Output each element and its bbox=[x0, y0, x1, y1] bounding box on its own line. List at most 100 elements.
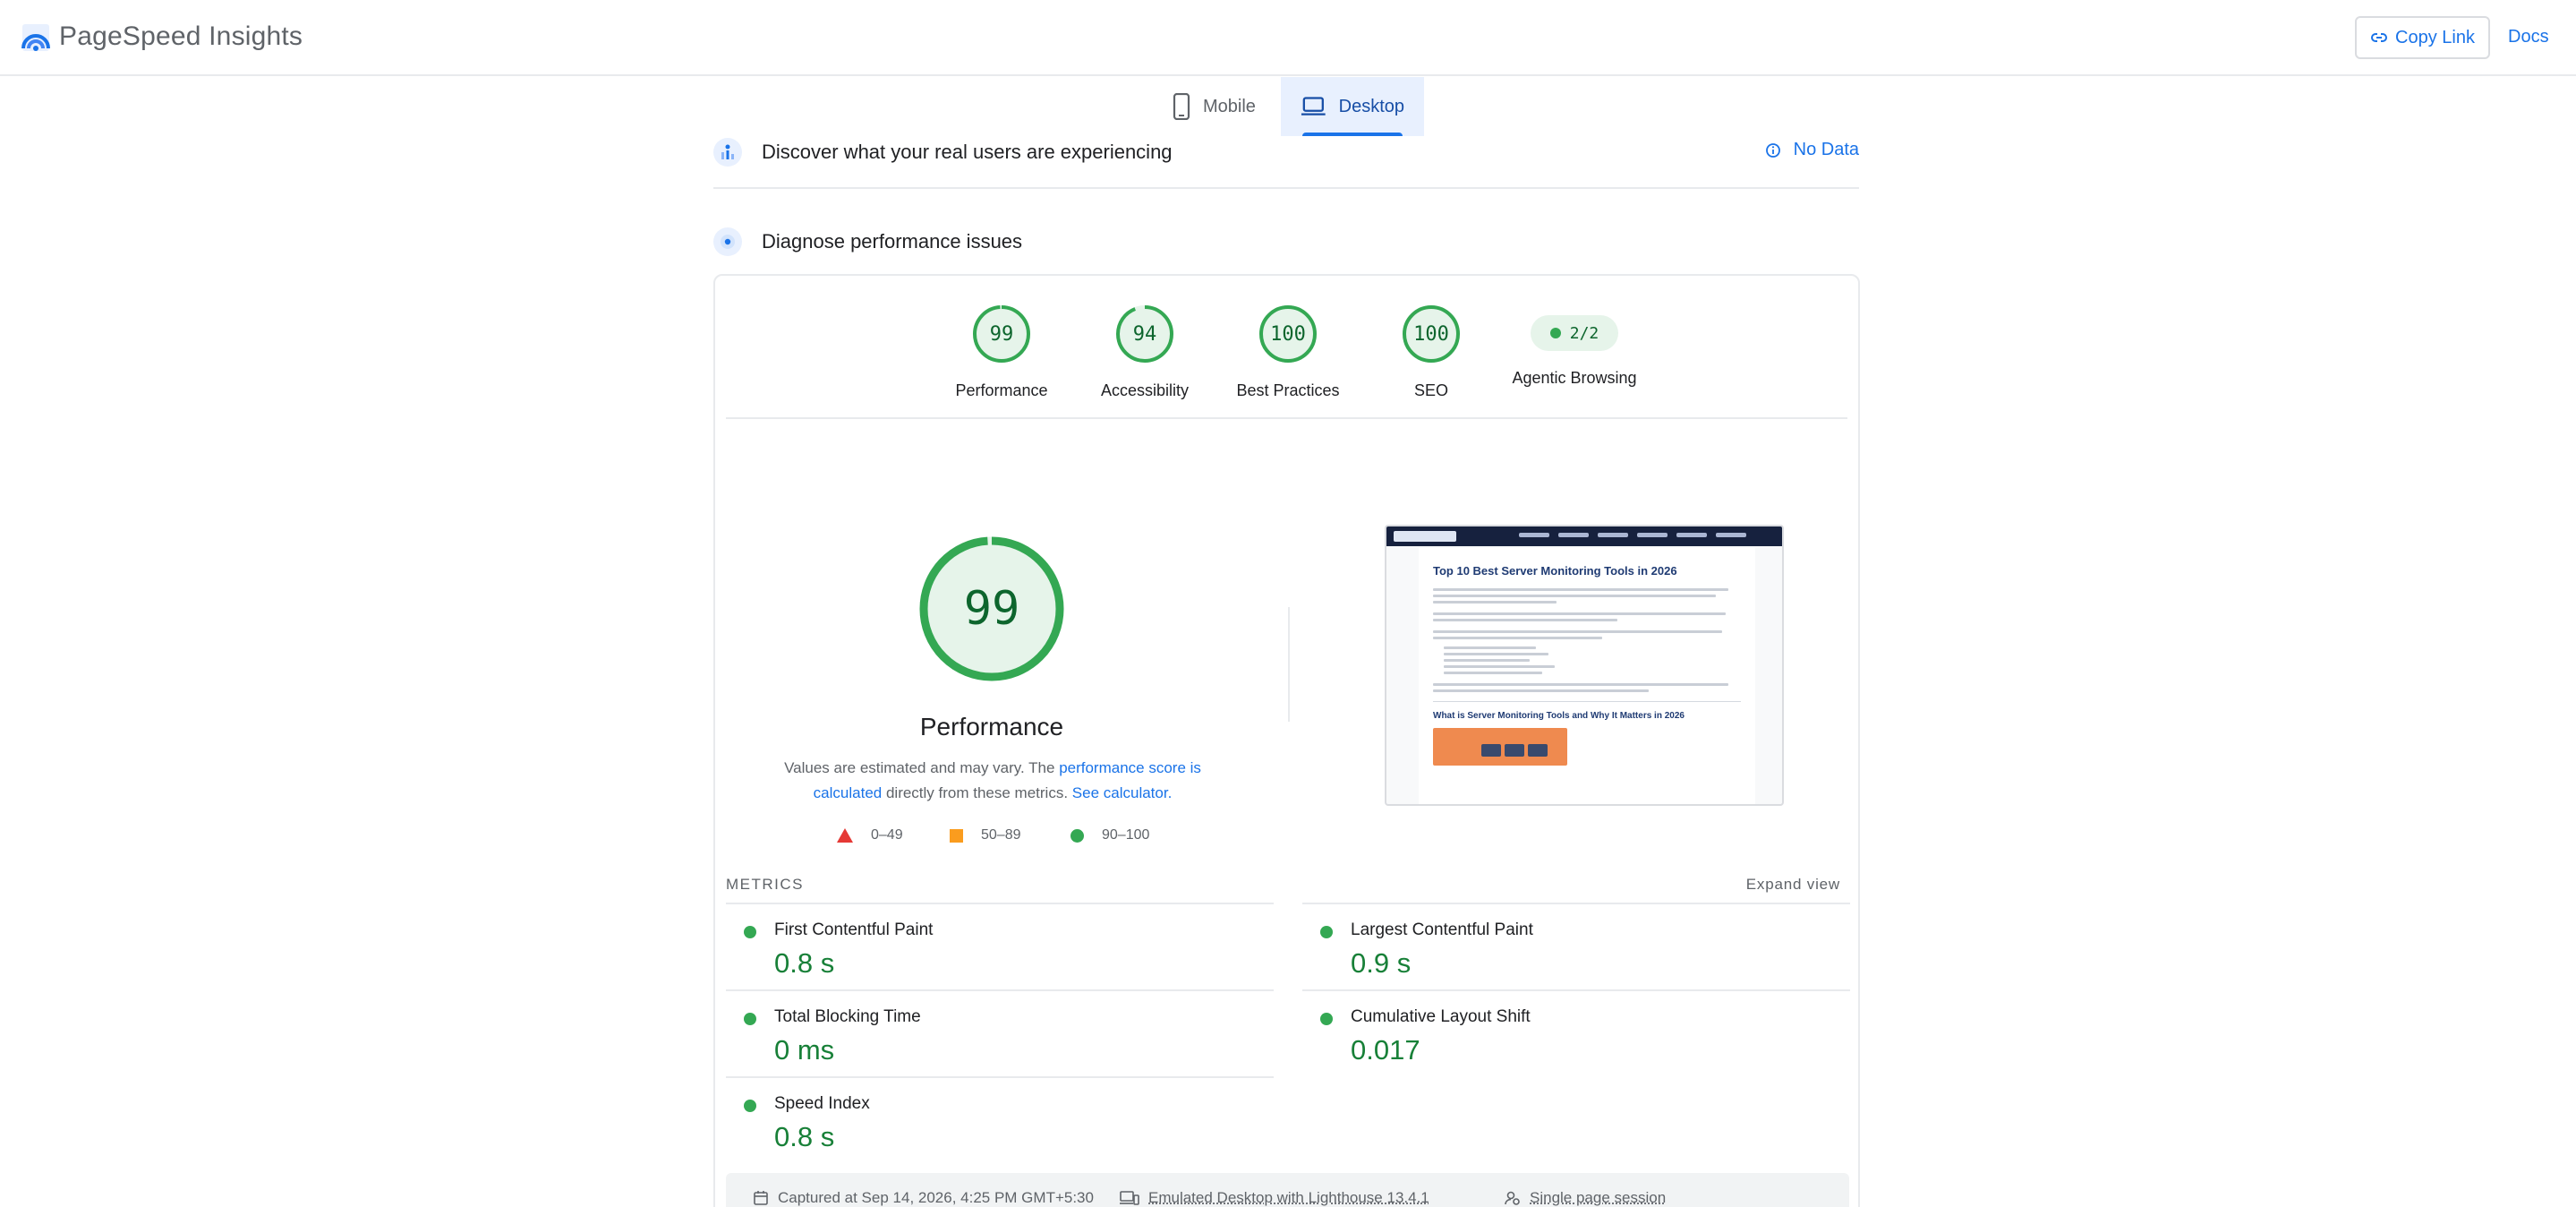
metric-value: 0.8 s bbox=[774, 1121, 835, 1152]
calendar-icon bbox=[754, 1191, 768, 1205]
score-ring: 100 bbox=[1258, 304, 1318, 364]
score-value: 99 bbox=[989, 322, 1014, 346]
see-calculator-link[interactable]: See calculator. bbox=[1072, 784, 1173, 801]
copy-link-label: Copy Link bbox=[2395, 27, 2475, 47]
legend-fail: 0–49 bbox=[837, 827, 903, 843]
score-gauge-best-practices[interactable]: 100 Best Practices bbox=[1216, 304, 1360, 400]
score-label: Best Practices bbox=[1236, 381, 1340, 399]
top-bar: PageSpeed Insights Copy Link Docs bbox=[0, 0, 2576, 76]
no-data-link[interactable]: No Data bbox=[1765, 140, 1859, 160]
score-ring: 100 bbox=[1402, 304, 1461, 364]
screenshot-hero-image bbox=[1433, 728, 1567, 766]
lab-data-title: Diagnose performance issues bbox=[762, 230, 1023, 253]
report-card: 99 Performance 94 Accessibility 100 Best… bbox=[713, 274, 1860, 1207]
average-square-icon bbox=[950, 828, 963, 843]
score-ring: 99 bbox=[972, 304, 1031, 364]
link-icon bbox=[2371, 33, 2388, 42]
score-label: SEO bbox=[1413, 381, 1448, 399]
metric-name: Speed Index bbox=[774, 1094, 870, 1113]
scores-divider bbox=[726, 417, 1847, 419]
screenshot-navbar bbox=[1386, 526, 1782, 546]
pass-dot-icon bbox=[1320, 926, 1333, 938]
copy-link-button[interactable]: Copy Link bbox=[2355, 16, 2490, 59]
metric-name: Total Blocking Time bbox=[774, 1007, 921, 1026]
diagnose-icon bbox=[713, 227, 742, 256]
pass-dot-icon bbox=[744, 926, 756, 938]
section-divider bbox=[713, 187, 1859, 189]
pass-dot-icon bbox=[1549, 328, 1561, 338]
session-text: Single page session bbox=[1530, 1189, 1667, 1206]
score-label: Agentic Browsing bbox=[1512, 369, 1637, 387]
legend-fail-label: 0–49 bbox=[871, 827, 903, 843]
score-label: Performance bbox=[955, 381, 1048, 399]
score-value: 94 bbox=[1132, 322, 1157, 346]
pass-dot-icon bbox=[1320, 1013, 1333, 1025]
score-value: 100 bbox=[1270, 322, 1306, 346]
screenshot-heading: Top 10 Best Server Monitoring Tools in 2… bbox=[1433, 564, 1677, 578]
session-icon bbox=[1505, 1191, 1520, 1205]
session-info[interactable]: Single page session bbox=[1505, 1189, 1666, 1207]
performance-title: Performance bbox=[919, 713, 1064, 740]
score-gauge-agentic-browsing[interactable]: 2/2 Agentic Browsing bbox=[1503, 304, 1646, 388]
score-gauge-seo[interactable]: 100 SEO bbox=[1360, 304, 1503, 400]
users-chart-icon bbox=[713, 138, 742, 167]
metric-value: 0.9 s bbox=[1351, 947, 1412, 979]
fail-triangle-icon bbox=[837, 828, 853, 843]
vertical-separator bbox=[1288, 607, 1290, 722]
agentic-browsing-value: 2/2 bbox=[1569, 323, 1599, 343]
metric-name: Largest Contentful Paint bbox=[1351, 920, 1533, 939]
app-title: PageSpeed Insights bbox=[59, 21, 303, 51]
expand-view-button[interactable]: Expand view bbox=[1746, 876, 1840, 894]
emulation-info[interactable]: Emulated Desktop with Lighthouse 13.4.1 bbox=[1120, 1189, 1429, 1207]
note-text: directly from these metrics. bbox=[882, 784, 1072, 801]
metric-largest-contentful-paint: Largest Contentful Paint 0.9 s bbox=[1302, 903, 1850, 989]
tab-mobile[interactable]: Mobile bbox=[1153, 77, 1280, 136]
final-screenshot[interactable]: Top 10 Best Server Monitoring Tools in 2… bbox=[1385, 525, 1784, 806]
legend-pass-label: 90–100 bbox=[1102, 827, 1150, 843]
pass-dot-icon bbox=[744, 1100, 756, 1112]
performance-note: Values are estimated and may vary. The p… bbox=[769, 756, 1216, 806]
score-gauge-accessibility[interactable]: 94 Accessibility bbox=[1073, 304, 1216, 400]
docs-link[interactable]: Docs bbox=[2508, 27, 2549, 47]
metric-name: Cumulative Layout Shift bbox=[1351, 1007, 1531, 1026]
metric-value: 0.8 s bbox=[774, 947, 835, 979]
field-data-title: Discover what your real users are experi… bbox=[762, 141, 1173, 163]
info-icon bbox=[1765, 142, 1780, 158]
tab-desktop-label: Desktop bbox=[1338, 96, 1404, 116]
mobile-phone-icon bbox=[1173, 93, 1190, 120]
field-data-section: Discover what your real users are experi… bbox=[713, 134, 1859, 170]
captured-at-text: Captured at Sep 14, 2026, 4:25 PM GMT+5:… bbox=[778, 1189, 1094, 1206]
metrics-header: METRICS bbox=[726, 876, 804, 893]
legend-average-label: 50–89 bbox=[981, 827, 1021, 843]
lab-data-section: Diagnose performance issues bbox=[713, 226, 1859, 258]
screenshot-subheading: What is Server Monitoring Tools and Why … bbox=[1433, 701, 1741, 721]
metric-total-blocking-time: Total Blocking Time 0 ms bbox=[726, 989, 1274, 1076]
pass-dot-icon bbox=[744, 1013, 756, 1025]
performance-gauge: 99 bbox=[918, 535, 1065, 682]
no-data-label: No Data bbox=[1793, 140, 1859, 159]
tab-mobile-label: Mobile bbox=[1203, 96, 1256, 116]
score-gauge-performance[interactable]: 99 Performance bbox=[930, 304, 1073, 400]
legend-average: 50–89 bbox=[950, 827, 1021, 843]
pagespeed-logo-icon bbox=[21, 24, 50, 51]
performance-score: 99 bbox=[963, 582, 1020, 636]
screenshot-nav-items bbox=[1519, 533, 1746, 537]
tab-desktop[interactable]: Desktop bbox=[1281, 77, 1424, 136]
runtime-settings-bar: Captured at Sep 14, 2026, 4:25 PM GMT+5:… bbox=[726, 1173, 1849, 1207]
metric-first-contentful-paint: First Contentful Paint 0.8 s bbox=[726, 903, 1274, 989]
screenshot-page: Top 10 Best Server Monitoring Tools in 2… bbox=[1419, 548, 1755, 804]
pass-circle-icon bbox=[1070, 828, 1084, 843]
devices-icon bbox=[1120, 1191, 1139, 1205]
metric-value: 0 ms bbox=[774, 1034, 835, 1066]
laptop-icon bbox=[1301, 97, 1326, 116]
legend-pass: 90–100 bbox=[1070, 827, 1149, 843]
score-ring: 94 bbox=[1115, 304, 1174, 364]
score-value: 100 bbox=[1413, 322, 1449, 346]
agentic-browsing-badge: 2/2 bbox=[1531, 315, 1618, 351]
captured-at: Captured at Sep 14, 2026, 4:25 PM GMT+5:… bbox=[753, 1189, 1094, 1207]
screenshot-site-logo bbox=[1394, 531, 1456, 542]
metric-cumulative-layout-shift: Cumulative Layout Shift 0.017 bbox=[1302, 989, 1850, 1076]
metric-speed-index: Speed Index 0.8 s bbox=[726, 1076, 1274, 1163]
emulation-text: Emulated Desktop with Lighthouse 13.4.1 bbox=[1148, 1189, 1429, 1206]
metric-value: 0.017 bbox=[1351, 1034, 1420, 1066]
